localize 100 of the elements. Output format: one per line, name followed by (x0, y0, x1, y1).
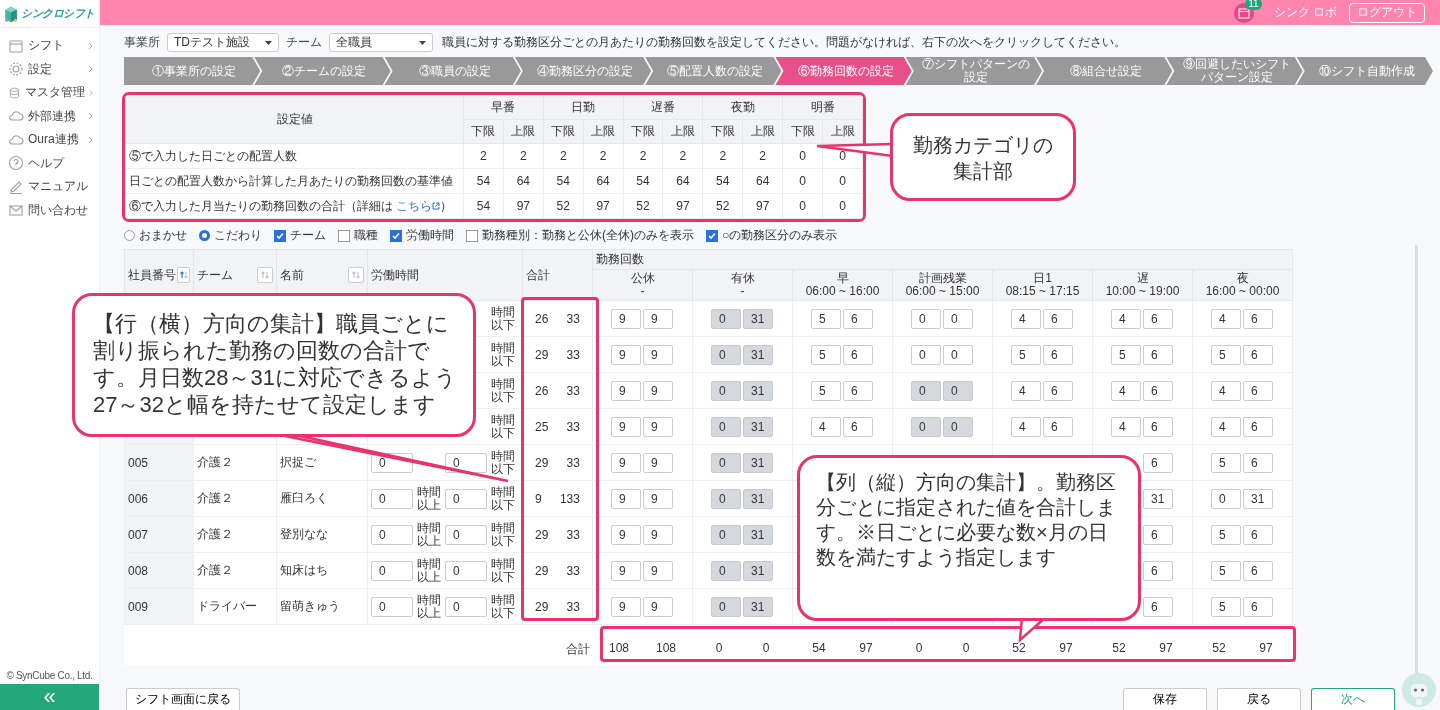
count-field[interactable]: 4 (1111, 380, 1141, 401)
checkbox[interactable] (390, 229, 402, 242)
office-select[interactable]: TDテスト施設 (167, 33, 279, 52)
count-field[interactable]: 0 (1211, 488, 1242, 509)
count-field[interactable]: 9 (643, 524, 673, 545)
count-field[interactable]: 6 (1143, 308, 1173, 329)
hours-field[interactable]: 0 (371, 560, 413, 581)
count-field[interactable]: 5 (1211, 344, 1242, 365)
sidebar-item[interactable]: マスタ管理 (0, 81, 99, 105)
count-field[interactable]: 6 (843, 416, 873, 437)
hours-field[interactable]: 0 (445, 452, 487, 473)
count-field[interactable]: 5 (811, 344, 841, 365)
count-field[interactable]: 6 (1243, 416, 1274, 437)
sort-button[interactable] (348, 267, 364, 283)
sidebar-item[interactable]: ヘルプ (0, 151, 99, 175)
count-field[interactable]: 9 (611, 596, 641, 617)
count-field[interactable]: 6 (1143, 524, 1173, 545)
count-field[interactable]: 6 (1043, 416, 1073, 437)
count-field[interactable]: 9 (643, 560, 673, 581)
count-field[interactable]: 9 (643, 596, 673, 617)
count-field[interactable]: 6 (843, 380, 873, 401)
count-field[interactable]: 6 (1143, 344, 1173, 365)
count-field[interactable]: 9 (611, 524, 641, 545)
radio-button[interactable] (199, 230, 210, 241)
count-field[interactable]: 5 (1211, 452, 1242, 473)
count-field[interactable]: 4 (1011, 380, 1041, 401)
count-field[interactable]: 6 (843, 344, 873, 365)
hours-field[interactable]: 0 (371, 596, 413, 617)
count-field[interactable]: 0 (943, 308, 973, 329)
count-field[interactable]: 6 (1043, 344, 1073, 365)
count-field[interactable]: 5 (1211, 596, 1242, 617)
step-tab[interactable]: ⑥勤務回数の設定 (775, 57, 912, 85)
count-field[interactable]: 6 (1243, 596, 1274, 617)
count-field[interactable]: 31 (1243, 488, 1274, 509)
details-link[interactable]: こちら (396, 198, 441, 213)
sidebar-item[interactable]: シフト (0, 34, 99, 58)
count-field[interactable]: 9 (611, 560, 641, 581)
sort-button[interactable] (257, 267, 273, 283)
count-field[interactable]: 6 (1243, 308, 1274, 329)
hours-field[interactable]: 0 (445, 488, 487, 509)
count-field[interactable]: 4 (1011, 308, 1041, 329)
checkbox[interactable] (706, 229, 718, 242)
count-field[interactable]: 9 (611, 416, 641, 437)
checkbox[interactable] (274, 229, 286, 242)
count-field[interactable]: 4 (1211, 380, 1242, 401)
count-field[interactable]: 5 (1211, 560, 1242, 581)
count-field[interactable]: 6 (1243, 560, 1274, 581)
count-field[interactable]: 6 (1043, 380, 1073, 401)
sidebar-item[interactable]: 設定 (0, 57, 99, 81)
count-field[interactable]: 6 (1043, 308, 1073, 329)
count-field[interactable]: 5 (811, 308, 841, 329)
count-field[interactable]: 5 (1211, 524, 1242, 545)
radio-button[interactable] (124, 230, 135, 241)
hours-field[interactable]: 0 (371, 488, 413, 509)
count-field[interactable]: 6 (1243, 524, 1274, 545)
count-field[interactable]: 4 (1111, 308, 1141, 329)
save-button[interactable]: 保存 (1123, 688, 1207, 710)
count-field[interactable]: 9 (643, 308, 673, 329)
count-field[interactable]: 0 (911, 344, 941, 365)
hours-field[interactable]: 0 (371, 524, 413, 545)
count-field[interactable]: 6 (1243, 380, 1274, 401)
hours-field[interactable]: 0 (445, 560, 487, 581)
count-field[interactable]: 9 (611, 452, 641, 473)
sidebar-item[interactable]: 外部連携 (0, 104, 99, 128)
count-field[interactable]: 9 (611, 308, 641, 329)
sort-button[interactable] (177, 267, 190, 283)
team-select[interactable]: 全職員 (329, 33, 433, 52)
count-field[interactable]: 9 (611, 488, 641, 509)
count-field[interactable]: 4 (1211, 416, 1242, 437)
count-field[interactable]: 9 (643, 344, 673, 365)
count-field[interactable]: 4 (1011, 416, 1041, 437)
count-field[interactable]: 0 (943, 344, 973, 365)
count-field[interactable]: 4 (811, 416, 841, 437)
hours-field[interactable]: 0 (445, 596, 487, 617)
count-field[interactable]: 9 (643, 416, 673, 437)
count-field[interactable]: 6 (1243, 344, 1274, 365)
checkbox[interactable] (466, 229, 478, 242)
count-field[interactable]: 31 (1143, 488, 1173, 509)
count-field[interactable]: 6 (1143, 596, 1173, 617)
count-field[interactable]: 6 (1143, 452, 1173, 473)
sidebar-item[interactable]: マニュアル (0, 175, 99, 199)
back-button[interactable]: 戻る (1217, 688, 1301, 710)
count-field[interactable]: 6 (1143, 560, 1173, 581)
count-field[interactable]: 9 (643, 380, 673, 401)
count-field[interactable]: 5 (1111, 344, 1141, 365)
count-field[interactable]: 6 (843, 308, 873, 329)
count-field[interactable]: 9 (611, 380, 641, 401)
checkbox[interactable] (338, 229, 350, 242)
count-field[interactable]: 0 (911, 308, 941, 329)
sidebar-item[interactable]: 問い合わせ (0, 198, 99, 222)
count-field[interactable]: 6 (1143, 416, 1173, 437)
count-field[interactable]: 4 (1211, 308, 1242, 329)
count-field[interactable]: 9 (643, 452, 673, 473)
count-field[interactable]: 5 (811, 380, 841, 401)
count-field[interactable]: 9 (611, 344, 641, 365)
sidebar-item[interactable]: Oura連携 (0, 128, 99, 152)
back-to-shift-button[interactable]: シフト画面に戻る (126, 688, 240, 710)
count-field[interactable]: 6 (1243, 452, 1274, 473)
count-field[interactable]: 9 (643, 488, 673, 509)
count-field[interactable]: 5 (1011, 344, 1041, 365)
